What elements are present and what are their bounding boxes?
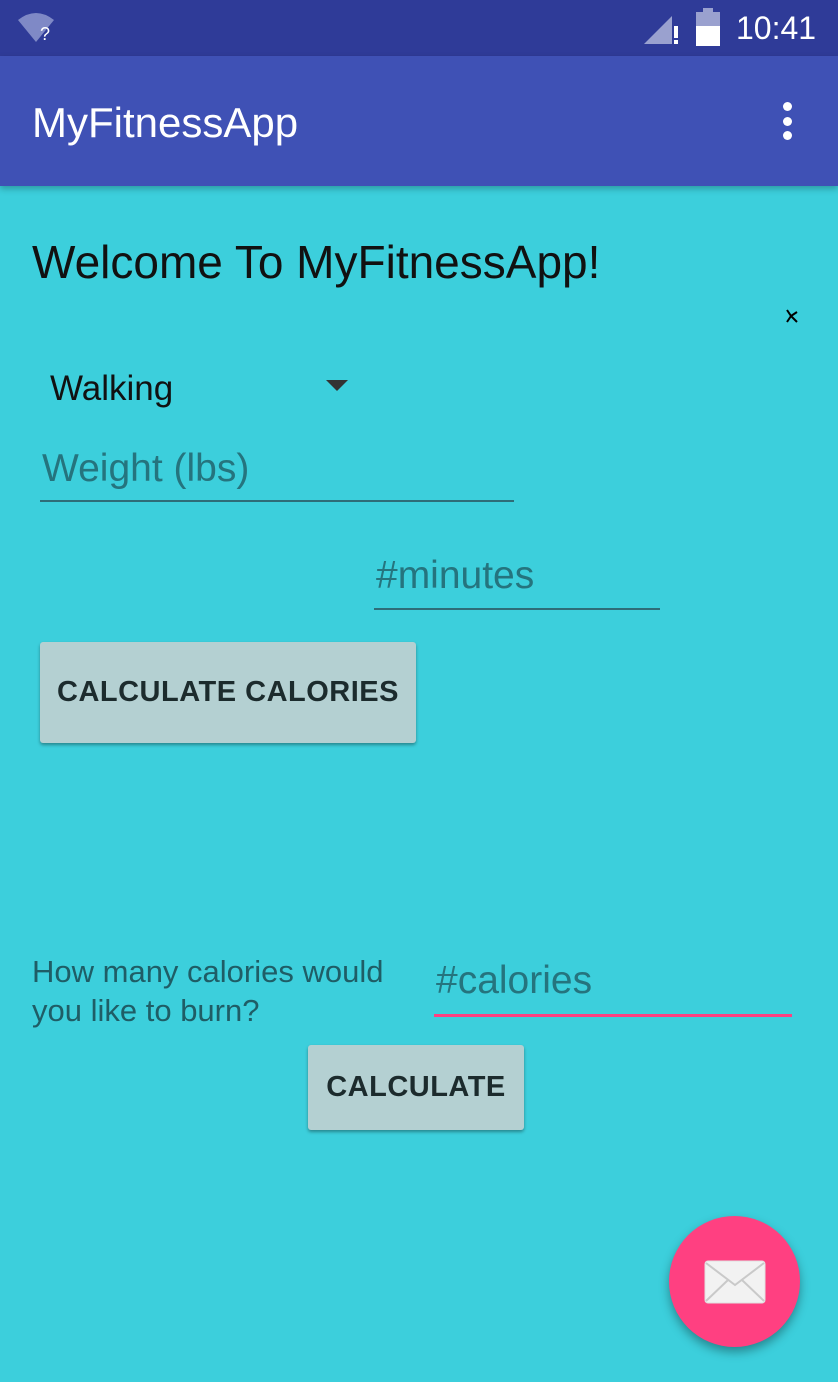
weight-input[interactable]: Weight (lbs)	[40, 440, 514, 502]
activity-spinner[interactable]: Walking	[40, 360, 360, 418]
status-bar: ? 10:41	[0, 0, 838, 56]
burn-question-label: How many calories would you like to burn…	[32, 954, 384, 1028]
app-title: MyFitnessApp	[32, 99, 299, 146]
status-time: 10:41	[736, 10, 817, 46]
email-icon	[704, 1260, 765, 1303]
weight-input-placeholder: Weight (lbs)	[42, 447, 250, 490]
calculate-calories-button[interactable]: CALCULATE CALORIES	[40, 642, 416, 743]
calories-input-placeholder: #calories	[436, 959, 593, 1002]
svg-text:?: ?	[40, 24, 50, 44]
wifi-unknown-icon: ?	[18, 13, 54, 44]
signal-icon	[644, 16, 678, 44]
cursor-icon	[786, 309, 798, 323]
more-vert-icon[interactable]	[770, 96, 804, 146]
app-bar: MyFitnessApp	[0, 56, 838, 186]
minutes-input[interactable]: #minutes	[374, 548, 660, 610]
activity-spinner-value: Walking	[50, 369, 174, 408]
battery-icon	[696, 8, 720, 46]
calories-input[interactable]: #calories	[434, 948, 792, 1017]
welcome-heading: Welcome To MyFitnessApp!	[32, 236, 601, 288]
minutes-input-placeholder: #minutes	[376, 554, 535, 597]
calculate-button[interactable]: CALCULATE	[308, 1045, 524, 1130]
app-screen: ? 10:41 MyFitnessApp Welcome To MyFitnes…	[0, 0, 838, 1382]
email-fab[interactable]	[669, 1216, 800, 1347]
dropdown-arrow-icon	[326, 380, 348, 391]
